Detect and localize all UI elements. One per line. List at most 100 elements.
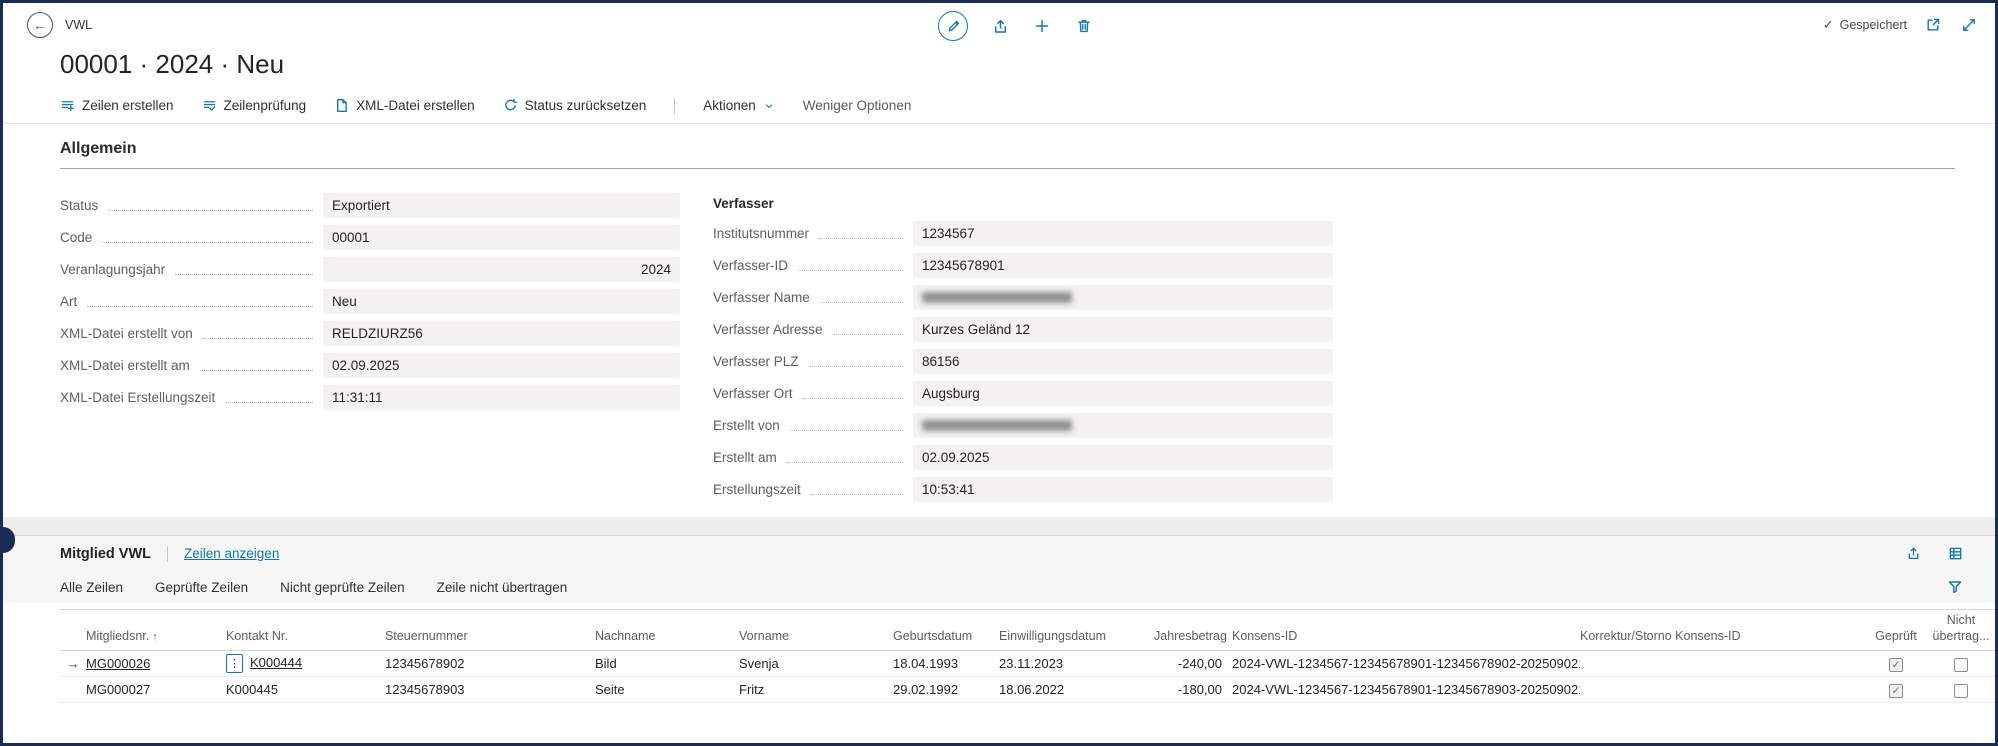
cell-korrektur_konsens_id[interactable] (1580, 651, 1866, 677)
back-arrow-icon: ← (33, 17, 47, 33)
column-header-konsens_id[interactable]: Konsens-ID (1232, 610, 1580, 651)
delete-button[interactable] (1074, 16, 1094, 36)
column-header-einwilligungsdatum[interactable]: Einwilligungsdatum (999, 610, 1154, 651)
cell-geburtsdatum[interactable]: 29.02.1992 (893, 677, 999, 703)
field-value[interactable]: Augsburg (913, 381, 1333, 406)
field-value[interactable]: 86156 (913, 349, 1333, 374)
view-filter[interactable]: Zeile nicht übertragen (437, 580, 568, 595)
new-record-button[interactable] (1032, 16, 1052, 36)
column-header-nachname[interactable]: Nachname (595, 610, 739, 651)
column-label: Geburtsdatum (893, 629, 972, 643)
mitglied-vwl-part: Mitglied VWL Zeilen anzeigen Alle Zeilen… (3, 535, 1995, 703)
column-header-jahresbetrag[interactable]: Jahresbetrag (1154, 610, 1232, 651)
cell-vorname[interactable]: Svenja (739, 651, 893, 677)
cell-steuernummer[interactable]: 12345678903 (385, 677, 595, 703)
cell-kontakt_nr[interactable]: ⋮ K000444 (226, 651, 385, 677)
field-value[interactable]: 11:31:11 (323, 385, 680, 410)
field-value[interactable]: 12345678901 (913, 253, 1333, 278)
checkbox-unchecked[interactable] (1954, 684, 1968, 698)
cell-context-menu-button[interactable]: ⋮ (226, 654, 243, 673)
cell-steuernummer[interactable]: 12345678902 (385, 651, 595, 677)
expand-button[interactable] (1959, 15, 1979, 35)
title-row: 00001 · 2024 · Neu (3, 47, 1995, 88)
edit-button[interactable] (938, 11, 968, 41)
general-left-fields: StatusExportiertCode00001Veranlagungsjah… (60, 189, 680, 413)
window-controls: ✓ Gespeichert (1823, 15, 1979, 35)
cell-jahresbetrag[interactable]: -240,00 (1154, 651, 1232, 677)
cell-einwilligungsdatum[interactable]: 23.11.2023 (999, 651, 1154, 677)
part-share-button[interactable] (1903, 544, 1923, 564)
field-row: XML-Datei erstellt vonRELDZIURZ56 (60, 317, 680, 349)
open-in-excel-button[interactable] (1945, 544, 1965, 564)
cell-nachname[interactable]: Bild (595, 651, 739, 677)
view-filter[interactable]: Nicht geprüfte Zeilen (280, 580, 405, 595)
cell-nicht_uebertragen[interactable] (1926, 651, 1996, 677)
cell-konsens_id[interactable]: 2024-VWL-1234567-12345678901-12345678903… (1232, 677, 1580, 703)
cell-value-link[interactable]: MG000026 (86, 656, 150, 671)
checkbox-checked[interactable]: ✓ (1889, 684, 1903, 698)
cell-einwilligungsdatum[interactable]: 18.06.2022 (999, 677, 1154, 703)
field-value[interactable]: 02.09.2025 (913, 445, 1333, 470)
back-button[interactable]: ← (27, 12, 53, 38)
column-header-kontakt_nr[interactable]: Kontakt Nr. (226, 610, 385, 651)
action-label: Status zurücksetzen (525, 98, 647, 113)
field-row: StatusExportiert (60, 189, 680, 221)
column-header-mitgliedsnr[interactable]: Mitgliedsnr. ↑ (86, 610, 226, 651)
field-row: Code00001 (60, 221, 680, 253)
view-filter[interactable]: Alle Zeilen (60, 580, 123, 595)
column-header-vorname[interactable]: Vorname (739, 610, 893, 651)
open-in-new-window-button[interactable] (1923, 15, 1943, 35)
zeilen-anzeigen-link[interactable]: Zeilen anzeigen (184, 546, 279, 561)
field-value[interactable]: 10:53:41 (913, 477, 1333, 502)
table-row[interactable]: MG000027K00044512345678903SeiteFritz29.0… (60, 677, 1996, 703)
field-value[interactable]: 00001 (323, 225, 680, 250)
checkbox-checked[interactable]: ✓ (1889, 658, 1903, 672)
column-header-korrektur_konsens_id[interactable]: Korrektur/Storno Konsens-ID (1580, 610, 1866, 651)
action-aktionen-menu[interactable]: Aktionen (703, 98, 775, 113)
field-value[interactable]: RELDZIURZ56 (323, 321, 680, 346)
field-value[interactable]: 02.09.2025 (323, 353, 680, 378)
cell-mitgliedsnr[interactable]: MG000026 (86, 651, 226, 677)
action-zeilenpruefung[interactable]: Zeilenprüfung (202, 98, 307, 113)
cell-nachname[interactable]: Seite (595, 677, 739, 703)
action-label: Zeilen erstellen (82, 98, 174, 113)
cell-vorname[interactable]: Fritz (739, 677, 893, 703)
field-row: Verfasser AdresseKurzes Geländ 12 (713, 313, 1333, 345)
share-button[interactable] (990, 16, 1010, 36)
view-filter[interactable]: Geprüfte Zeilen (155, 580, 248, 595)
general-right-fields: Verfasser Institutsnummer1234567Verfasse… (713, 189, 1333, 505)
action-status-zuruecksetzen[interactable]: Status zurücksetzen (503, 98, 647, 113)
dotted-leader (819, 238, 903, 239)
cell-geprueft[interactable]: ✓ (1866, 677, 1926, 703)
field-row: ArtNeu (60, 285, 680, 317)
cell-kontakt_nr[interactable]: K000445 (226, 677, 385, 703)
cell-nicht_uebertragen[interactable] (1926, 677, 1996, 703)
table-row[interactable]: →MG000026⋮K00044412345678902BildSvenja18… (60, 651, 1996, 677)
cell-jahresbetrag[interactable]: -180,00 (1154, 677, 1232, 703)
filter-pane-button[interactable] (1945, 577, 1965, 597)
column-header-nicht_uebertragen[interactable]: Nicht übertrag... (1926, 610, 1996, 651)
cell-geprueft[interactable]: ✓ (1866, 651, 1926, 677)
cell-geburtsdatum[interactable]: 18.04.1993 (893, 651, 999, 677)
field-value[interactable]: Exportiert (323, 193, 680, 218)
popout-icon (1925, 17, 1941, 33)
column-header-steuernummer[interactable]: Steuernummer (385, 610, 595, 651)
field-value[interactable] (913, 285, 1333, 310)
action-xml-datei-erstellen[interactable]: XML-Datei erstellen (334, 98, 475, 113)
cell-konsens_id[interactable]: 2024-VWL-1234567-12345678901-12345678902… (1232, 651, 1580, 677)
column-header-geburtsdatum[interactable]: Geburtsdatum (893, 610, 999, 651)
field-value[interactable]: 1234567 (913, 221, 1333, 246)
cell-value-link[interactable]: K000444 (250, 655, 302, 670)
cell-korrektur_konsens_id[interactable] (1580, 677, 1866, 703)
field-value[interactable]: Kurzes Geländ 12 (913, 317, 1333, 342)
general-heading[interactable]: Allgemein (60, 140, 1955, 169)
field-value[interactable] (913, 413, 1333, 438)
field-value[interactable]: 2024 (323, 257, 680, 282)
action-weniger-optionen[interactable]: Weniger Optionen (803, 98, 912, 113)
field-value[interactable]: Neu (323, 289, 680, 314)
cell-mitgliedsnr[interactable]: MG000027 (86, 677, 226, 703)
column-header-geprueft[interactable]: Geprüft (1866, 610, 1926, 651)
dotted-leader (102, 242, 313, 243)
action-zeilen-erstellen[interactable]: Zeilen erstellen (60, 98, 174, 113)
checkbox-unchecked[interactable] (1954, 658, 1968, 672)
